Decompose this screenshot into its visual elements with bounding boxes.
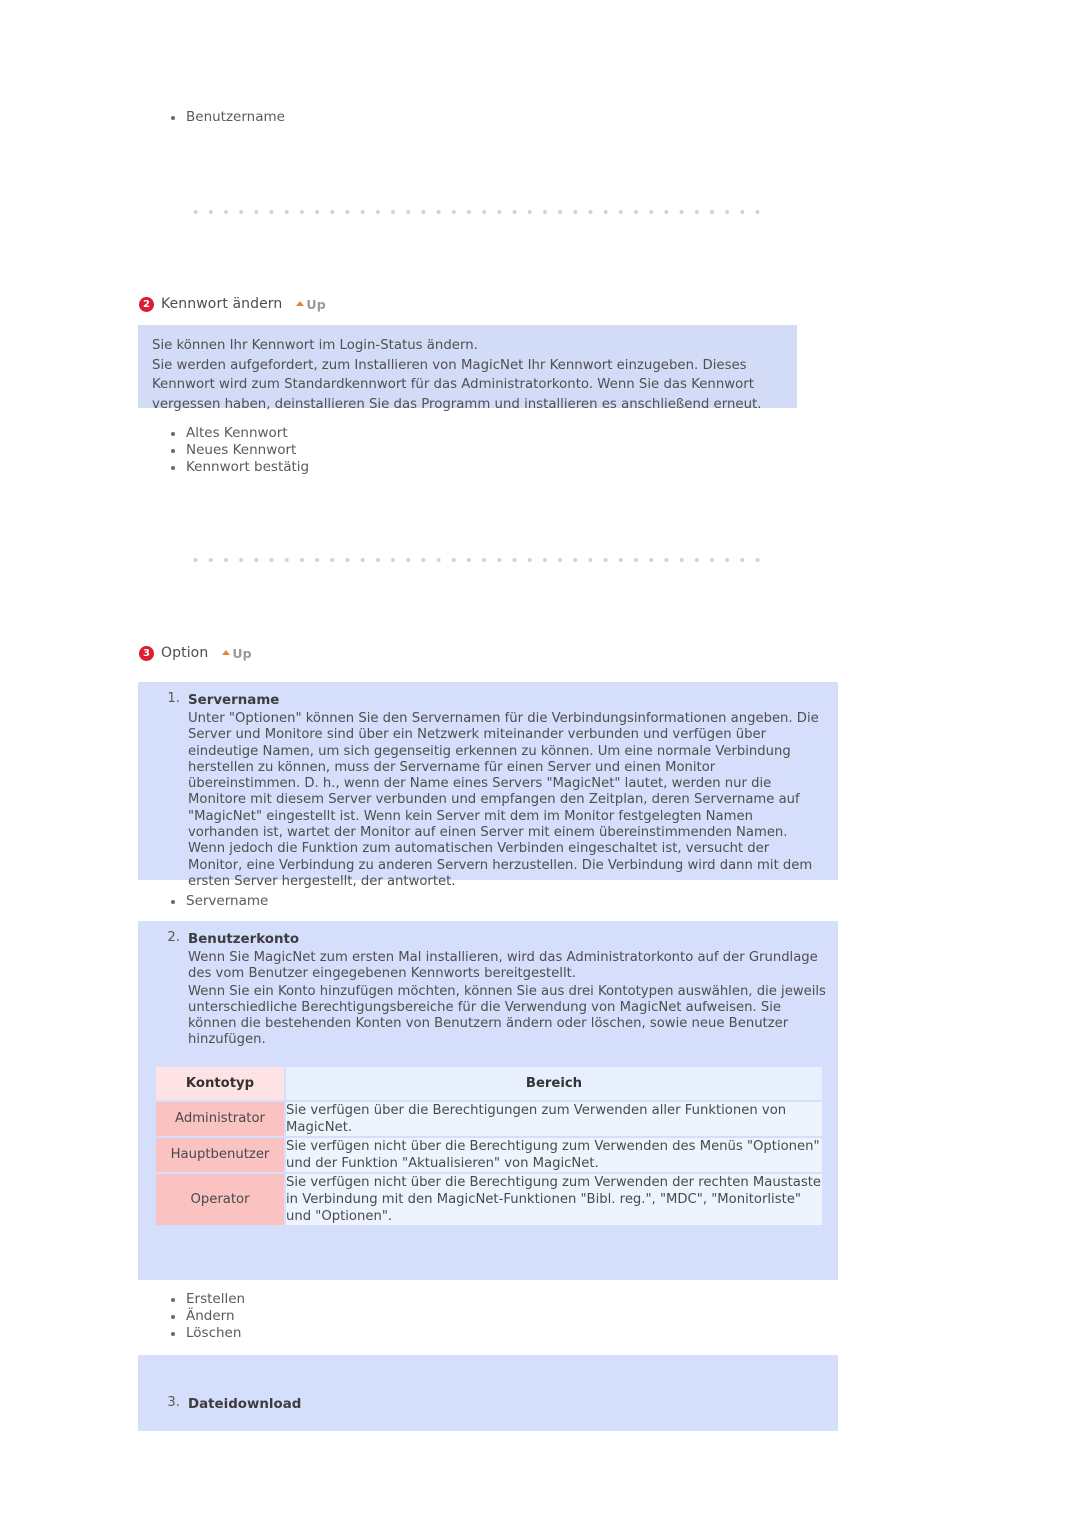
item-title: Dateidownload <box>188 1397 302 1412</box>
kennwort-info-box: Sie können Ihr Kennwort im Login-Status … <box>138 325 797 412</box>
section-heading-kennwort-aendern: 2 Kennwort ändern Up <box>139 296 326 312</box>
kennwort-bullet-list: Altes Kennwort Neues Kennwort Kennwort b… <box>168 425 568 476</box>
servername-bullet-list: Servername <box>168 893 568 910</box>
item-title: Servername <box>188 693 280 708</box>
dateidownload-item: 3. Dateidownload <box>138 1355 838 1414</box>
dateidownload-panel: 3. Dateidownload <box>138 1355 838 1431</box>
cell-kontotyp: Administrator <box>156 1101 284 1136</box>
help-page: Benutzername 2 Kennwort ändern Up Sie kö… <box>0 0 1080 1528</box>
cell-bereich: Sie verfügen nicht über die Berechtigung… <box>286 1173 822 1225</box>
list-item: Servername <box>168 893 568 910</box>
cell-kontotyp: Operator <box>156 1173 284 1225</box>
up-link-label: Up <box>232 645 252 661</box>
info-line-1: Sie können Ihr Kennwort im Login-Status … <box>152 338 478 353</box>
item-paragraph-1: Wenn Sie MagicNet zum ersten Mal install… <box>188 950 818 982</box>
benutzerkonto-bullet-list: Erstellen Ändern Löschen <box>168 1291 568 1342</box>
username-bullet-list: Benutzername <box>168 109 568 126</box>
list-item: Benutzername <box>168 109 568 126</box>
table-header-row: Kontotyp Bereich <box>156 1066 822 1100</box>
servername-item: 1. Servername Unter "Optionen" können Si… <box>138 682 838 890</box>
account-table-wrapper: Kontotyp Bereich Administrator Sie verfü… <box>138 1049 838 1227</box>
list-item: Neues Kennwort <box>168 442 568 459</box>
benutzerkonto-item: 2. Benutzerkonto Wenn Sie MagicNet zum e… <box>138 921 838 1049</box>
triangle-up-icon <box>222 649 231 655</box>
cell-bereich: Sie verfügen nicht über die Berechtigung… <box>286 1137 822 1172</box>
up-link-label: Up <box>306 296 326 312</box>
column-header-bereich: Bereich <box>286 1066 822 1100</box>
list-item: Kennwort bestätig <box>168 459 568 476</box>
list-item: Erstellen <box>168 1291 568 1308</box>
servername-panel: 1. Servername Unter "Optionen" können Si… <box>138 682 838 889</box>
up-link[interactable]: Up <box>296 297 326 312</box>
info-line-2: Sie werden aufgefordert, zum Installiere… <box>152 357 762 412</box>
list-item: Ändern <box>168 1308 568 1325</box>
section-number-badge: 3 <box>139 645 154 661</box>
item-marker: 2. <box>167 930 180 945</box>
list-item: Altes Kennwort <box>168 425 568 442</box>
list-item: Löschen <box>168 1325 568 1342</box>
account-types-table: Kontotyp Bereich Administrator Sie verfü… <box>154 1065 824 1227</box>
dotted-divider <box>188 209 760 215</box>
column-header-kontotyp: Kontotyp <box>156 1066 284 1100</box>
item-text: Unter "Optionen" können Sie den Serverna… <box>188 711 819 889</box>
table-row: Administrator Sie verfügen über die Bere… <box>156 1101 822 1136</box>
benutzerkonto-panel: 2. Benutzerkonto Wenn Sie MagicNet zum e… <box>138 921 838 1280</box>
cell-kontotyp: Hauptbenutzer <box>156 1137 284 1172</box>
section-number-badge: 2 <box>139 296 154 312</box>
up-link[interactable]: Up <box>222 646 252 661</box>
dotted-divider <box>188 557 760 563</box>
section-heading-option: 3 Option Up <box>139 645 252 661</box>
item-title: Benutzerkonto <box>188 932 300 947</box>
page-title: Option <box>161 645 209 661</box>
item-marker: 3. <box>167 1395 180 1410</box>
item-marker: 1. <box>167 691 180 706</box>
table-row: Hauptbenutzer Sie verfügen nicht über di… <box>156 1137 822 1172</box>
table-row: Operator Sie verfügen nicht über die Ber… <box>156 1173 822 1225</box>
item-paragraph-2: Wenn Sie ein Konto hinzufügen möchten, k… <box>188 983 826 1048</box>
page-title: Kennwort ändern <box>161 296 283 312</box>
cell-bereich: Sie verfügen über die Berechtigungen zum… <box>286 1101 822 1136</box>
triangle-up-icon <box>296 300 305 306</box>
